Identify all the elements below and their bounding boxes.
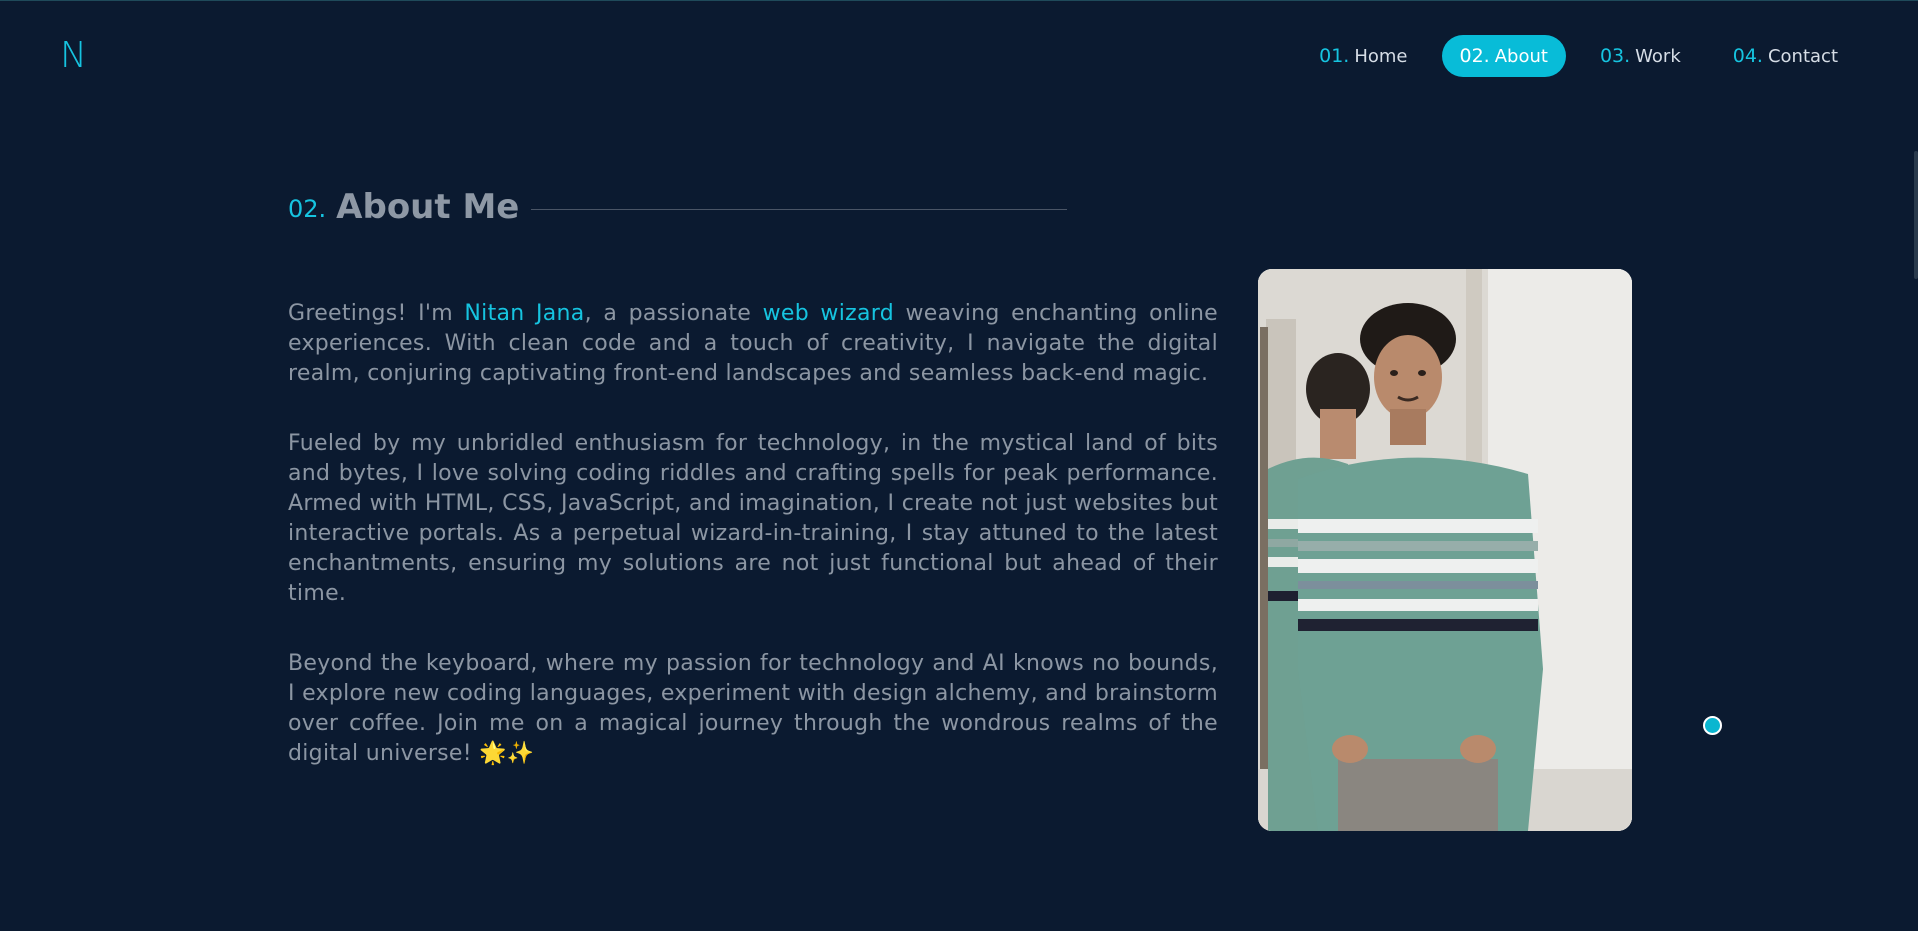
scrollbar[interactable] — [1914, 151, 1918, 279]
nav-work-number: 03. — [1599, 45, 1631, 67]
greeting-text: Greetings! I'm — [288, 301, 465, 326]
nav-about-label: About — [1494, 45, 1548, 67]
author-role: web wizard — [762, 301, 894, 326]
page: N 01. Home 02. About 03. Work 04. Contac… — [0, 0, 1918, 931]
nav-home[interactable]: 01. Home — [1301, 35, 1425, 77]
cursor-dot — [1703, 716, 1722, 735]
about-paragraph-3: Beyond the keyboard, where my passion fo… — [288, 651, 1218, 766]
nav-work[interactable]: 03. Work — [1582, 35, 1699, 77]
nav-contact-label: Contact — [1767, 45, 1838, 67]
role-prefix-text: , a passionate — [584, 301, 763, 326]
profile-photo-illustration — [1258, 269, 1632, 831]
nav-home-label: Home — [1354, 45, 1408, 67]
about-text: Greetings! I'm Nitan Jana, a passionate … — [288, 299, 1218, 809]
section-number: 02. — [288, 195, 327, 223]
section-heading: 02. About Me — [288, 187, 1068, 227]
nav-about[interactable]: 02. About — [1441, 35, 1566, 77]
nav-contact-number: 04. — [1732, 45, 1763, 67]
nav-contact[interactable]: 04. Contact — [1715, 35, 1856, 77]
about-paragraph-1: Greetings! I'm Nitan Jana, a passionate … — [288, 299, 1218, 389]
section-title: About Me — [336, 187, 520, 227]
section-divider — [531, 208, 1068, 210]
about-paragraph-2: Fueled by my unbridled enthusiasm for te… — [288, 431, 1218, 606]
nav-home-number: 01. — [1319, 45, 1350, 67]
nav-work-label: Work — [1635, 45, 1681, 67]
main-nav: 01. Home 02. About 03. Work 04. Contact — [1285, 35, 1856, 77]
nav-about-number: 02. — [1459, 45, 1490, 67]
author-name: Nitan Jana — [464, 301, 585, 326]
site-logo[interactable]: N — [60, 35, 87, 76]
profile-photo — [1258, 269, 1632, 831]
